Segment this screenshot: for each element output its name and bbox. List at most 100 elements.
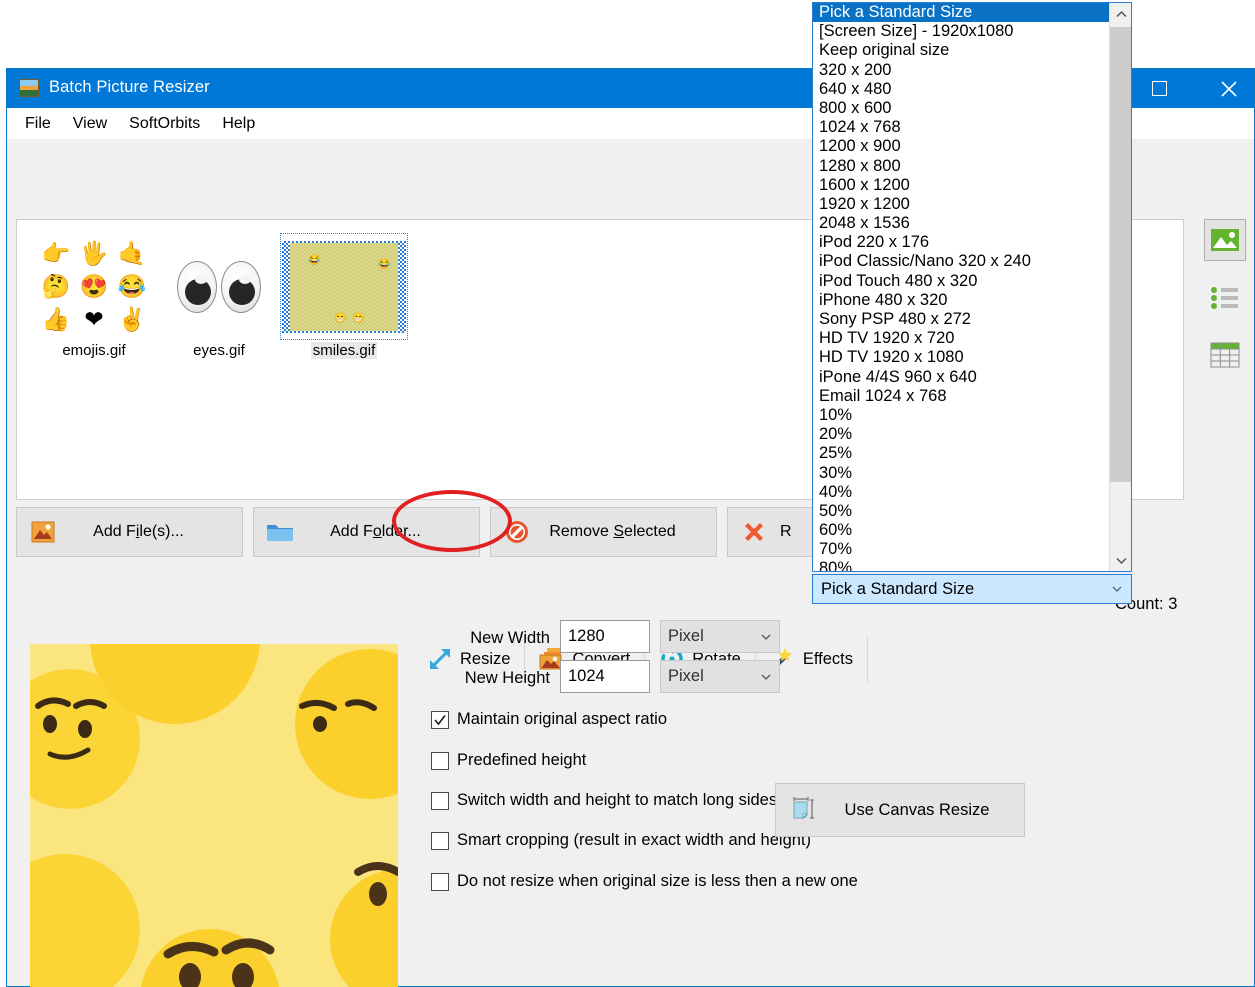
dropdown-option[interactable]: 30% (813, 464, 1131, 483)
checkbox-maintain-aspect-ratio[interactable]: Maintain original aspect ratio (431, 710, 667, 729)
close-icon (1221, 80, 1237, 97)
smiles-icon: 😂 😂 😁 😁 (282, 240, 406, 333)
new-width-input[interactable]: 1280 (560, 620, 650, 653)
chevron-down-icon (1115, 557, 1127, 564)
image-preview[interactable] (30, 644, 398, 987)
chevron-down-icon (761, 674, 771, 680)
dropdown-option[interactable]: 70% (813, 540, 1131, 559)
dropdown-option[interactable]: 60% (813, 521, 1131, 540)
remove-selected-button[interactable]: Remove Selected (490, 507, 717, 557)
remove-selected-label: Remove Selected (549, 523, 676, 540)
thumbnail-view-button[interactable] (1204, 219, 1246, 261)
preview-faces (35, 697, 398, 987)
dropdown-option[interactable]: 320 x 200 (813, 61, 1131, 80)
scrollbar-thumb[interactable] (1110, 27, 1131, 482)
dropdown-option[interactable]: Sony PSP 480 x 272 (813, 310, 1131, 329)
new-width-unit-select[interactable]: Pixel (660, 620, 780, 653)
list-item[interactable]: 👉 🖐 🤙 🤔 😍 😂 👍 ❤ ✌ emojis.gif (31, 234, 157, 366)
checkbox-box (431, 831, 449, 850)
dropdown-option[interactable]: 1600 x 1200 (813, 176, 1131, 195)
dropdown-option[interactable]: iPod 220 x 176 (813, 233, 1131, 252)
dropdown-option[interactable]: 1200 x 900 (813, 137, 1131, 156)
maximize-icon (1151, 81, 1167, 96)
dropdown-option[interactable]: 800 x 600 (813, 99, 1131, 118)
thumbnail-emojis: 👉 🖐 🤙 🤔 😍 😂 👍 ❤ ✌ (31, 234, 157, 339)
list-view-button[interactable] (1204, 277, 1246, 319)
add-folder-label: Add Folder... (330, 523, 421, 540)
eyes-icon (177, 260, 261, 313)
checkbox-label: Do not resize when original size is less… (457, 872, 858, 890)
details-view-button[interactable] (1204, 334, 1246, 376)
emoji-grid-icon: 👉 🖐 🤙 🤔 😍 😂 👍 ❤ ✌ (41, 240, 147, 332)
scroll-down-button[interactable] (1110, 549, 1131, 571)
dropdown-option[interactable]: 10% (813, 406, 1131, 425)
menu-item-help[interactable]: Help (212, 112, 265, 136)
dropdown-option[interactable]: 640 x 480 (813, 80, 1131, 99)
dropdown-option[interactable]: iPone 4/4S 960 x 640 (813, 368, 1131, 387)
new-height-input[interactable]: 1024 (560, 660, 650, 693)
chevron-up-icon (1115, 10, 1127, 17)
table-icon (1210, 342, 1240, 368)
dropdown-option[interactable]: Email 1024 x 768 (813, 387, 1131, 406)
thumbnail-eyes (156, 234, 282, 339)
dropdown-option[interactable]: 25% (813, 444, 1131, 463)
checkbox-box (431, 751, 449, 770)
dropdown-option[interactable]: 20% (813, 425, 1131, 444)
use-canvas-resize-label: Use Canvas Resize (844, 800, 990, 819)
checkbox-box (431, 710, 449, 729)
chevron-down-icon (1112, 586, 1122, 592)
red-x-icon (728, 519, 780, 545)
dropdown-option[interactable]: 80% (813, 559, 1131, 571)
screen: Batch Picture Resizer File View SoftOrbi… (0, 0, 1255, 987)
dropdown-option[interactable]: HD TV 1920 x 1080 (813, 348, 1131, 367)
menu-item-softorbits[interactable]: SoftOrbits (119, 112, 210, 136)
chevron-down-icon (761, 634, 771, 640)
window-title: Batch Picture Resizer (49, 78, 210, 96)
thumbnail-smiles: 😂 😂 😁 😁 (280, 233, 408, 340)
add-folder-button[interactable]: Add Folder... (253, 507, 480, 557)
dropdown-option[interactable]: [Screen Size] - 1920x1080 (813, 22, 1131, 41)
dropdown-option[interactable]: Pick a Standard Size (813, 3, 1131, 23)
new-height-unit-value: Pixel (668, 667, 704, 685)
dropdown-option[interactable]: 1920 x 1200 (813, 195, 1131, 214)
scroll-up-button[interactable] (1110, 3, 1131, 25)
menu-item-file[interactable]: File (15, 112, 61, 136)
standard-size-combobox-value: Pick a Standard Size (821, 579, 975, 598)
standard-size-dropdown-list[interactable]: Pick a Standard Size [Screen Size] - 1920… (812, 2, 1132, 572)
close-button[interactable] (1206, 69, 1252, 108)
dropdown-option[interactable]: iPhone 480 x 320 (813, 291, 1131, 310)
use-canvas-resize-button[interactable]: Use Canvas Resize (775, 783, 1025, 837)
menu-item-view[interactable]: View (63, 112, 117, 136)
checkbox-label: Predefined height (457, 751, 587, 769)
checkbox-do-not-resize[interactable]: Do not resize when original size is less… (431, 872, 858, 891)
dropdown-option[interactable]: 1280 x 800 (813, 157, 1131, 176)
list-item-label: smiles.gif (310, 342, 378, 359)
view-mode-toolbar (1197, 219, 1249, 459)
add-image-icon (17, 521, 69, 543)
checkbox-label: Switch width and height to match long si… (457, 791, 778, 809)
list-item[interactable]: 😂 😂 😁 😁 smiles.gif (280, 233, 408, 366)
dropdown-option[interactable]: HD TV 1920 x 720 (813, 329, 1131, 348)
dropdown-option[interactable]: iPod Touch 480 x 320 (813, 272, 1131, 291)
standard-size-combobox[interactable]: Pick a Standard Size (812, 574, 1132, 604)
add-files-button[interactable]: Add File(s)... (16, 507, 243, 557)
new-height-unit-select[interactable]: Pixel (660, 660, 780, 693)
list-item-label: emojis.gif (62, 342, 126, 359)
checkbox-predefined-height[interactable]: Predefined height (431, 751, 586, 770)
dropdown-option[interactable]: iPod Classic/Nano 320 x 240 (813, 252, 1131, 271)
check-icon (434, 714, 446, 725)
canvas-resize-icon (776, 795, 834, 825)
dropdown-option[interactable]: 1024 x 768 (813, 118, 1131, 137)
checkbox-label: Smart cropping (result in exact width an… (457, 831, 812, 849)
dropdown-option[interactable]: 50% (813, 502, 1131, 521)
dropdown-option[interactable]: 2048 x 1536 (813, 214, 1131, 233)
checkbox-switch-width-height[interactable]: Switch width and height to match long si… (431, 791, 777, 810)
checkbox-box (431, 872, 449, 891)
dropdown-option[interactable]: Keep original size (813, 41, 1131, 60)
checkbox-smart-cropping[interactable]: Smart cropping (result in exact width an… (431, 831, 811, 850)
dropdown-option[interactable]: 40% (813, 483, 1131, 502)
maximize-button[interactable] (1136, 69, 1182, 108)
list-item[interactable]: eyes.gif (156, 234, 282, 366)
dropdown-scrollbar[interactable] (1109, 3, 1131, 571)
add-files-label: Add File(s)... (93, 523, 184, 540)
